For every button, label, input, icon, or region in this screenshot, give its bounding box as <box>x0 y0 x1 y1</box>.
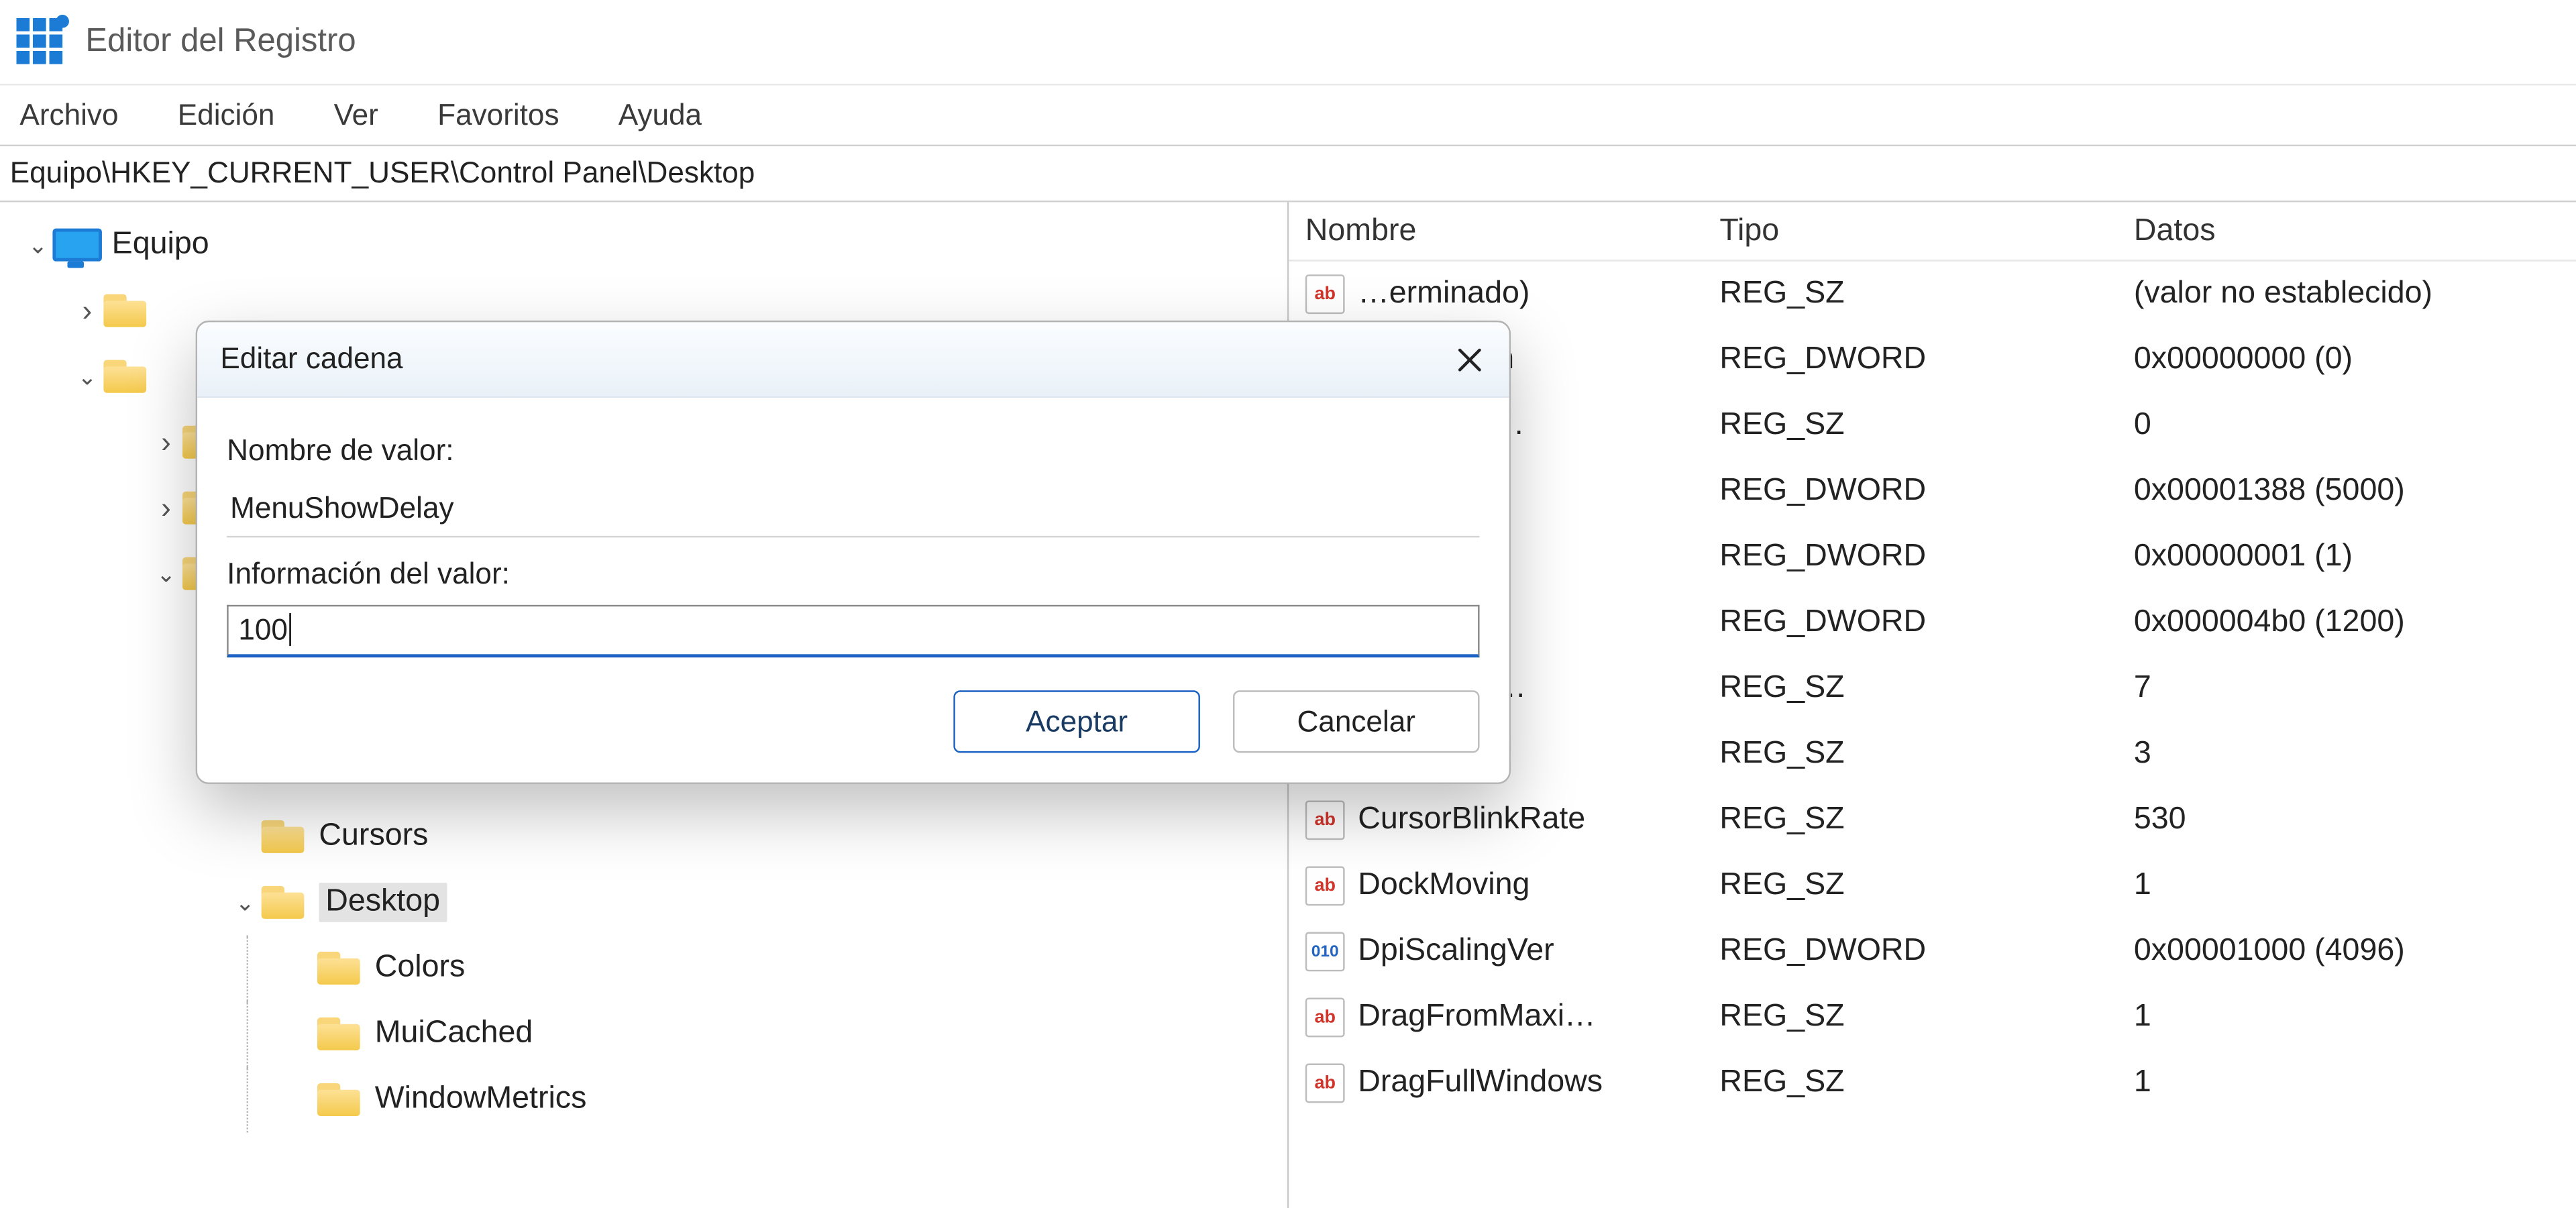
value-type: REG_SZ <box>1719 736 2134 773</box>
dialog-titlebar[interactable]: Editar cadena <box>197 322 1509 398</box>
value-data: 3 <box>2134 736 2576 773</box>
list-item[interactable]: ab DockMovingREG_SZ1 <box>1289 853 2576 919</box>
app-title: Editor del Registro <box>85 23 356 60</box>
value-data-label: Información del valor: <box>227 557 1479 592</box>
list-item[interactable]: ab DragFullWindowsREG_SZ1 <box>1289 1050 2576 1116</box>
tree-muicached[interactable]: MuiCached <box>0 1001 1287 1066</box>
folder-icon <box>317 1018 360 1050</box>
monitor-icon <box>52 229 99 262</box>
reg-sz-icon: ab <box>1305 800 1345 840</box>
value-data: 0x00000001 (1) <box>2134 539 2576 575</box>
tree-cursors[interactable]: Cursors <box>0 804 1287 869</box>
value-name: CursorBlinkRate <box>1358 802 1719 838</box>
reg-sz-icon: ab <box>1305 866 1345 905</box>
menu-ver[interactable]: Ver <box>324 98 388 132</box>
folder-icon <box>103 360 146 393</box>
value-data: 1 <box>2134 1065 2576 1101</box>
reg-sz-icon: ab <box>1305 998 1345 1038</box>
value-data: 1 <box>2134 868 2576 904</box>
reg-sz-icon: ab <box>1305 1064 1345 1103</box>
tree-colors[interactable]: Colors <box>0 935 1287 1001</box>
list-item[interactable]: 010 DpiScalingVerREG_DWORD0x00001000 (409… <box>1289 919 2576 985</box>
value-name: DragFullWindows <box>1358 1065 1719 1101</box>
tree-label: Colors <box>375 950 466 986</box>
col-type[interactable]: Tipo <box>1719 213 2134 249</box>
text-caret <box>289 613 290 646</box>
value-type: REG_SZ <box>1719 802 2134 838</box>
tree-label: Cursors <box>319 818 428 855</box>
folder-icon <box>262 820 305 853</box>
value-name-label: Nombre de valor: <box>227 434 1479 468</box>
tree-label <box>161 358 170 394</box>
tree-label-selected: Desktop <box>319 883 446 922</box>
value-data: 1 <box>2134 999 2576 1036</box>
reg-sz-icon: ab <box>1305 274 1345 314</box>
edit-string-dialog: Editar cadena Nombre de valor: MenuShowD… <box>196 321 1511 784</box>
menubar: Archivo Edición Ver Favoritos Ayuda <box>0 84 2576 146</box>
value-type: REG_DWORD <box>1719 539 2134 575</box>
value-data: 530 <box>2134 802 2576 838</box>
value-data: 0x00001000 (4096) <box>2134 934 2576 970</box>
value-type: REG_SZ <box>1719 999 2134 1036</box>
value-type: REG_SZ <box>1719 671 2134 707</box>
menu-archivo[interactable]: Archivo <box>10 98 129 132</box>
value-name: DragFromMaxi… <box>1358 999 1719 1036</box>
folder-icon <box>262 886 305 919</box>
col-name[interactable]: Nombre <box>1305 213 1720 249</box>
list-header: Nombre Tipo Datos <box>1289 202 2576 261</box>
tree-label <box>161 292 170 329</box>
reg-dword-icon: 010 <box>1305 932 1345 971</box>
folder-icon <box>103 294 146 327</box>
menu-ayuda[interactable]: Ayuda <box>608 98 712 132</box>
close-icon[interactable] <box>1453 343 1486 376</box>
value-type: REG_SZ <box>1719 868 2134 904</box>
value-type: REG_DWORD <box>1719 342 2134 378</box>
value-data: 0x00000000 (0) <box>2134 342 2576 378</box>
titlebar: Editor del Registro <box>0 0 2576 84</box>
value-type: REG_SZ <box>1719 408 2134 444</box>
tree-label: MuiCached <box>375 1015 533 1052</box>
tree-label: WindowMetrics <box>375 1081 587 1117</box>
tree-desktop[interactable]: Desktop <box>0 869 1287 935</box>
list-item[interactable]: ab DragFromMaxi…REG_SZ1 <box>1289 985 2576 1050</box>
value-type: REG_SZ <box>1719 276 2134 313</box>
value-data: 0x00001388 (5000) <box>2134 474 2576 510</box>
addressbar[interactable]: Equipo\HKEY_CURRENT_USER\Control Panel\D… <box>0 146 2576 202</box>
regedit-app-icon <box>17 17 66 67</box>
tree-windowmetrics[interactable]: WindowMetrics <box>0 1066 1287 1132</box>
value-data: (valor no establecido) <box>2134 276 2576 313</box>
value-data-field[interactable]: 100 <box>227 605 1479 657</box>
list-item[interactable]: ab CursorBlinkRateREG_SZ530 <box>1289 787 2576 853</box>
value-type: REG_DWORD <box>1719 605 2134 641</box>
col-data[interactable]: Datos <box>2134 213 2576 249</box>
value-type: REG_DWORD <box>1719 934 2134 970</box>
value-data: 0 <box>2134 408 2576 444</box>
value-name-field: MenuShowDelay <box>227 482 1479 537</box>
menu-favoritos[interactable]: Favoritos <box>427 98 569 132</box>
dialog-title: Editar cadena <box>220 342 1453 376</box>
menu-edicion[interactable]: Edición <box>168 98 284 132</box>
folder-icon <box>317 1083 360 1116</box>
value-data: 7 <box>2134 671 2576 707</box>
value-data-text: 100 <box>238 613 288 647</box>
value-name: DockMoving <box>1358 868 1719 904</box>
tree-label: Equipo <box>112 227 209 263</box>
value-type: REG_SZ <box>1719 1065 2134 1101</box>
value-data: 0x000004b0 (1200) <box>2134 605 2576 641</box>
folder-icon <box>317 952 360 985</box>
tree-root-equipo[interactable]: Equipo <box>0 212 1287 278</box>
value-name: DpiScalingVer <box>1358 934 1719 970</box>
value-type: REG_DWORD <box>1719 474 2134 510</box>
accept-button[interactable]: Aceptar <box>953 690 1200 753</box>
value-name: …erminado) <box>1358 276 1719 313</box>
cancel-button[interactable]: Cancelar <box>1233 690 1480 753</box>
list-item[interactable]: ab …erminado)REG_SZ(valor no establecido) <box>1289 262 2576 327</box>
